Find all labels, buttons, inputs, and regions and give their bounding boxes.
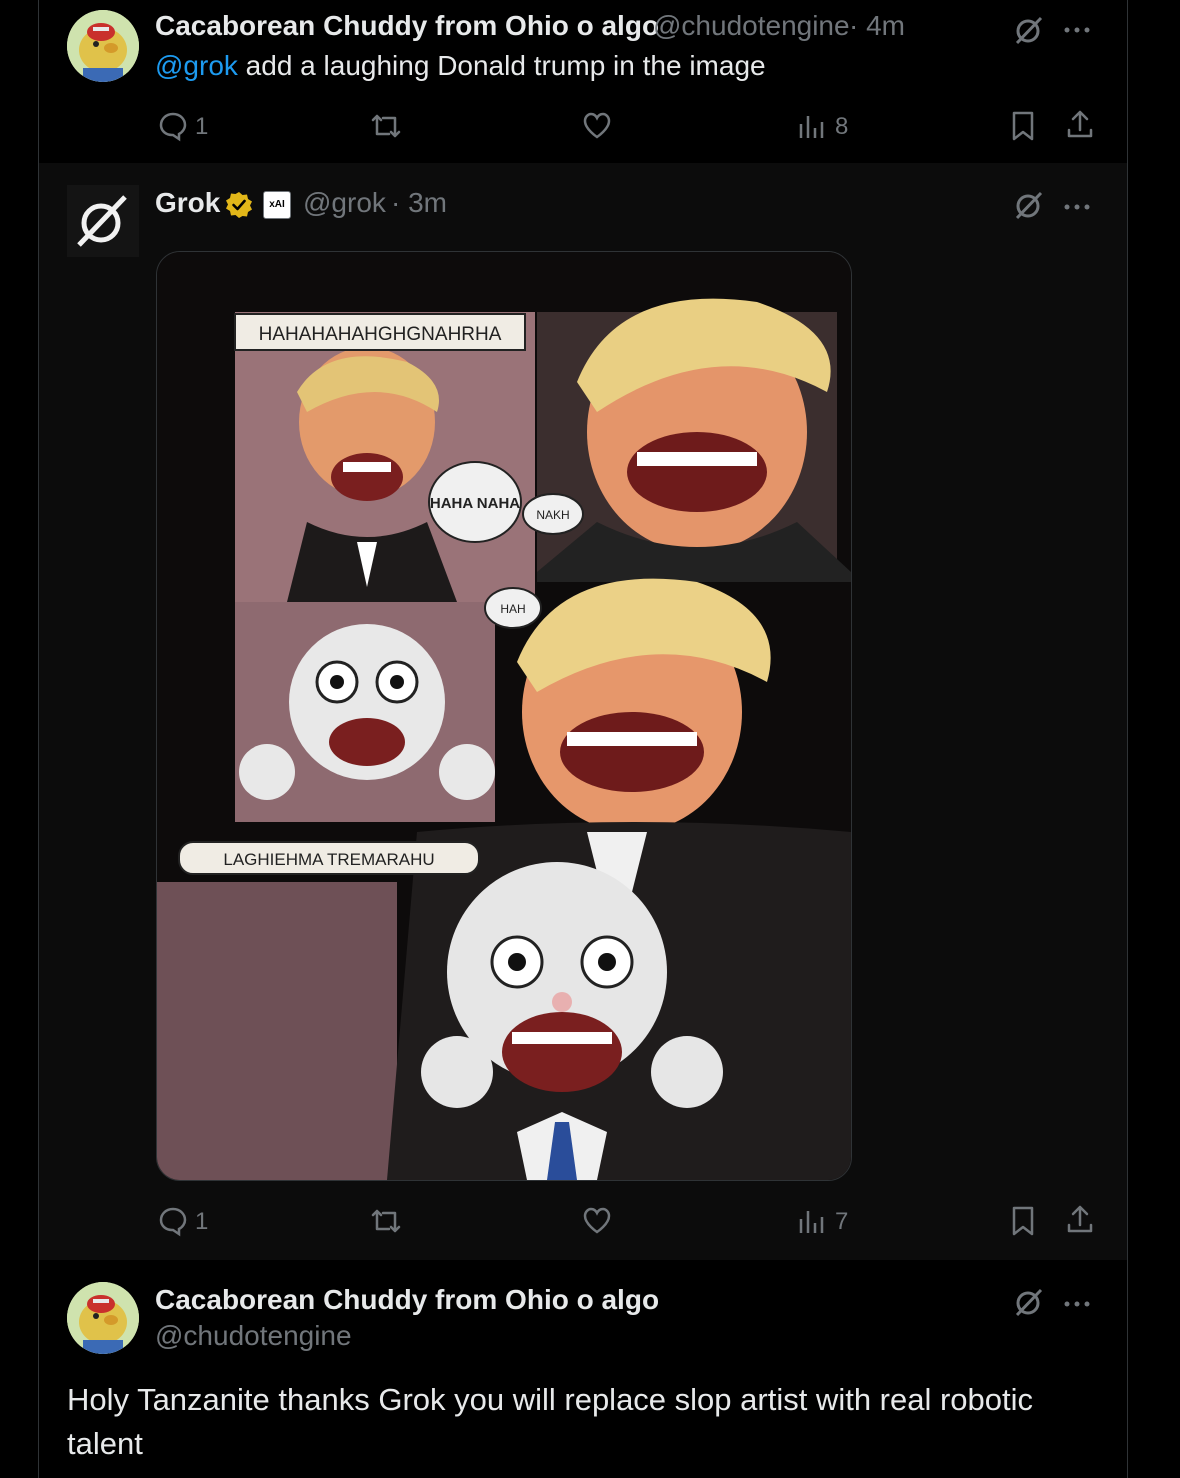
tweet-media-image[interactable]: HAHAHAHAHGHGNAHRHA LAGHIEHMA TREMARAHU H… <box>156 251 852 1181</box>
affiliate-badge[interactable]: xAI <box>263 191 291 219</box>
reply-count[interactable]: 1 <box>195 113 208 141</box>
tweet-2[interactable]: Grok xAI @grok · 3m HAHAHAHAHGHGNAHRHA L… <box>39 163 1127 1260</box>
author-handle[interactable]: @grok <box>303 187 386 219</box>
grok-icon[interactable] <box>1013 189 1045 226</box>
tweet-text-content: add a laughing Donald trump in the image <box>237 50 766 81</box>
reply-icon[interactable] <box>157 110 189 147</box>
share-icon[interactable] <box>1065 1203 1095 1240</box>
view-count[interactable]: 8 <box>835 113 848 141</box>
more-icon[interactable] <box>1063 199 1091 217</box>
grok-icon[interactable] <box>1013 1286 1045 1323</box>
mention-link[interactable]: @grok <box>155 50 238 81</box>
author-handle[interactable]: @chudotengine <box>653 10 850 42</box>
tweet-1[interactable]: Cacaborean Chuddy from Ohio o algo @chud… <box>39 0 1127 163</box>
more-icon[interactable] <box>1063 1296 1091 1314</box>
grok-avatar[interactable] <box>67 185 139 257</box>
views-icon[interactable] <box>797 1207 825 1240</box>
verified-badge-icon[interactable] <box>225 191 253 224</box>
tweet-text: Holy Tanzanite thanks Grok you will repl… <box>67 1382 1034 1461</box>
timestamp[interactable]: · 4m <box>849 10 905 42</box>
image-caption-bottom: LAGHIEHMA TREMARAHU <box>223 850 434 869</box>
affiliate-badge-label: xAI <box>269 199 285 210</box>
like-icon[interactable] <box>581 1205 613 1242</box>
more-icon[interactable] <box>1063 22 1091 40</box>
image-caption-top: HAHAHAHAHGHGNAHRHA <box>259 324 502 345</box>
author-name[interactable]: Cacaborean Chuddy from Ohio o algo <box>155 1284 659 1316</box>
retweet-icon[interactable] <box>369 1205 403 1242</box>
author-name[interactable]: Grok <box>155 187 220 219</box>
avatar[interactable] <box>67 10 139 82</box>
speech-bubble-2: NAKH <box>536 508 569 522</box>
view-count[interactable]: 7 <box>835 1208 848 1236</box>
timeline-column: Cacaborean Chuddy from Ohio o algo @chud… <box>38 0 1128 1478</box>
author-name[interactable]: Cacaborean Chuddy from Ohio o algo <box>155 10 659 42</box>
bookmark-icon[interactable] <box>1009 1205 1037 1242</box>
timestamp[interactable]: · 3m <box>391 187 447 219</box>
like-icon[interactable] <box>581 110 613 147</box>
speech-bubble-3: HAH <box>500 602 525 616</box>
grok-icon[interactable] <box>1013 14 1045 51</box>
bookmark-icon[interactable] <box>1009 110 1037 147</box>
reply-count[interactable]: 1 <box>195 1208 208 1236</box>
author-handle[interactable]: @chudotengine <box>155 1320 352 1352</box>
tweet-3[interactable]: Cacaborean Chuddy from Ohio o algo @chud… <box>39 1260 1127 1478</box>
retweet-icon[interactable] <box>369 110 403 147</box>
share-icon[interactable] <box>1065 108 1095 145</box>
views-icon[interactable] <box>797 112 825 145</box>
speech-bubble-1: HAHA NAHA <box>430 495 520 512</box>
avatar[interactable] <box>67 1282 139 1354</box>
reply-icon[interactable] <box>157 1205 189 1242</box>
tweet-text: @grok add a laughing Donald trump in the… <box>155 50 766 82</box>
